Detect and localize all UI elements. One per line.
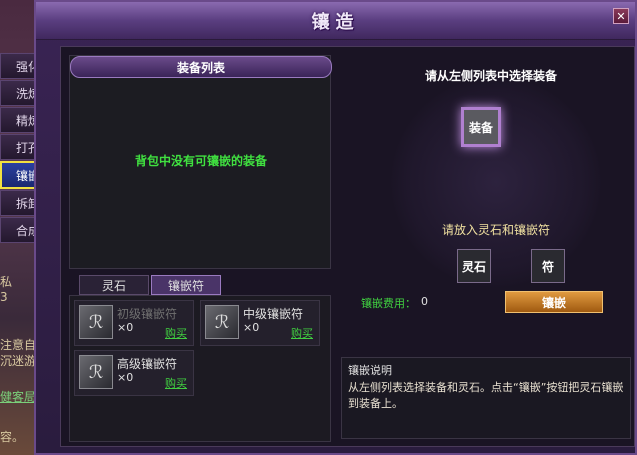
buy-link[interactable]: 购买 bbox=[165, 375, 187, 391]
embed-button[interactable]: 镶嵌 bbox=[505, 291, 603, 313]
window-title: 镶造 bbox=[311, 11, 360, 33]
titlebar[interactable]: 镶造 bbox=[36, 2, 635, 40]
rune-name: 高级镶嵌符 bbox=[117, 357, 178, 371]
rune-name: 初级镶嵌符 bbox=[117, 307, 178, 321]
tab-bar: 灵石 镶嵌符 bbox=[79, 275, 221, 295]
rune-slot[interactable]: 符 bbox=[531, 249, 565, 283]
rune-item-high[interactable]: ℛ 高级镶嵌符 ×0 购买 bbox=[74, 350, 194, 396]
instruction-text: 请从左侧列表中选择装备 bbox=[424, 69, 557, 83]
description-title: 镶嵌说明 bbox=[348, 364, 392, 377]
rune-name: 中级镶嵌符 bbox=[243, 307, 304, 321]
close-icon[interactable]: ✕ bbox=[613, 8, 629, 24]
rune-icon: ℛ bbox=[79, 305, 113, 339]
equipment-list-panel: 装备列表 背包中没有可镶嵌的装备 bbox=[69, 55, 332, 269]
buy-link[interactable]: 购买 bbox=[165, 325, 187, 341]
rune-icon: ℛ bbox=[79, 355, 113, 389]
description-box: 镶嵌说明 从左侧列表选择装备和灵石。点击“镶嵌”按钮把灵石镶嵌到装备上。 bbox=[341, 357, 631, 439]
fee-value: 0 bbox=[421, 295, 428, 308]
rune-item-basic[interactable]: ℛ 初级镶嵌符 ×0 购买 bbox=[74, 300, 194, 346]
spirit-stone-slot[interactable]: 灵石 bbox=[457, 249, 491, 283]
equipment-slot[interactable]: 装备 bbox=[461, 107, 501, 147]
rune-panel: ℛ 初级镶嵌符 ×0 购买 ℛ 中级镶嵌符 ×0 购买 ℛ 高级镶嵌符 ×0 购… bbox=[69, 295, 331, 442]
place-hint: 请放入灵石和镶嵌符 bbox=[441, 223, 550, 237]
rune-count: ×0 bbox=[243, 321, 260, 334]
rune-count: ×0 bbox=[117, 371, 134, 384]
fee-label: 镶嵌费用： bbox=[361, 297, 416, 310]
tab-spirit-stone[interactable]: 灵石 bbox=[79, 275, 149, 295]
rune-icon: ℛ bbox=[205, 305, 239, 339]
buy-link[interactable]: 购买 bbox=[291, 325, 313, 341]
chat-tab[interactable]: 私 bbox=[0, 273, 12, 290]
rune-item-mid[interactable]: ℛ 中级镶嵌符 ×0 购买 bbox=[200, 300, 320, 346]
empty-message: 背包中没有可镶嵌的装备 bbox=[134, 154, 267, 168]
rune-count: ×0 bbox=[117, 321, 134, 334]
notice-line3: 容。 bbox=[0, 430, 25, 444]
equipment-list-header: 装备列表 bbox=[70, 56, 332, 78]
inner-panel: 装备列表 背包中没有可镶嵌的装备 灵石 镶嵌符 ℛ 初级镶嵌符 ×0 购买 ℛ … bbox=[60, 46, 635, 447]
forge-window: 镶造 ✕ 装备列表 背包中没有可镶嵌的装备 灵石 镶嵌符 ℛ 初级镶嵌符 ×0 … bbox=[34, 0, 637, 455]
chat-num: 3 bbox=[0, 290, 8, 304]
description-text: 从左侧列表选择装备和灵石。点击“镶嵌”按钮把灵石镶嵌到装备上。 bbox=[348, 381, 624, 410]
tab-embed-rune[interactable]: 镶嵌符 bbox=[151, 275, 221, 295]
